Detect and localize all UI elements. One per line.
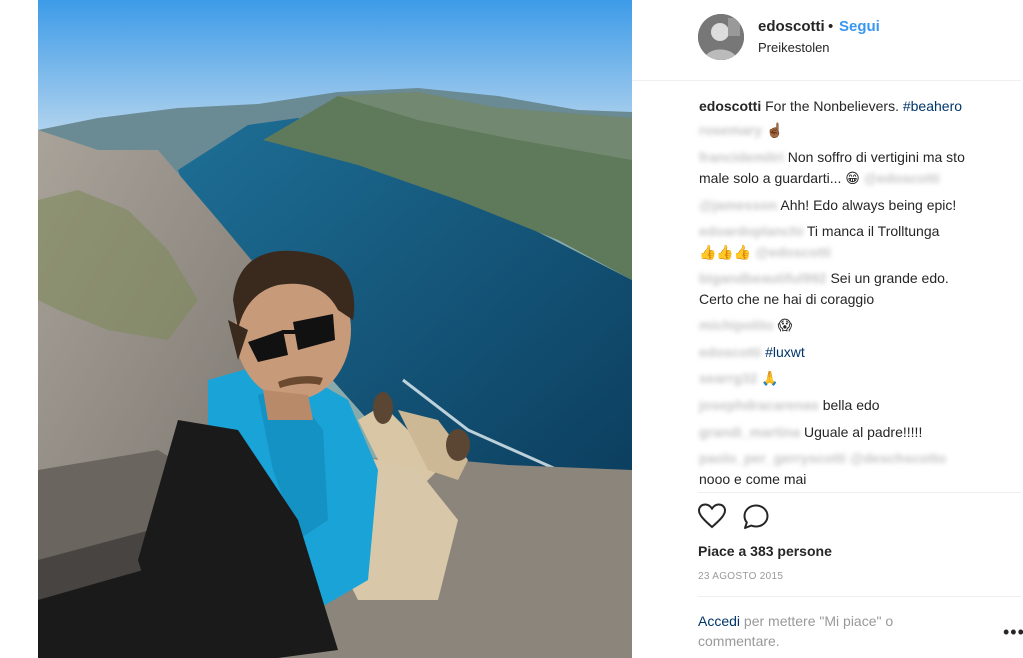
emoji: 🙏 [761, 370, 779, 386]
comment-hashtag[interactable]: #luxwt [765, 344, 805, 360]
comment-mention[interactable]: @edoscotti [864, 170, 940, 186]
emoji: 😁 [845, 170, 860, 186]
comment-text: bella edo [822, 397, 880, 413]
comment-text: Sei un grande edo. [830, 270, 949, 286]
list-item: Certo che ne hai di coraggio [699, 289, 874, 310]
comment-username[interactable]: edoscotti [699, 344, 761, 360]
comment-username[interactable]: josephdracarenas [699, 397, 819, 413]
comment-username[interactable]: searrg32 [699, 370, 757, 386]
comment-text: Uguale al padre!!!!! [804, 424, 923, 440]
list-item: francidemitri Non soffro di vertigini ma… [699, 147, 965, 168]
list-item: @jamesson Ahh! Edo always being epic! [699, 195, 956, 216]
comment-username[interactable]: paolo_per_gerryscotti [699, 450, 846, 466]
comment-text: nooo e come mai [699, 471, 807, 487]
emoji: ☝🏾 [765, 122, 784, 138]
comment-username[interactable]: michipolito [699, 317, 774, 333]
comment-text: Non soffro di vertigini ma sto [787, 149, 965, 165]
avatar[interactable] [698, 14, 744, 60]
list-item: bigandbeautiful992 Sei un grande edo. [699, 268, 949, 289]
post-footer: Accedi per mettere "Mi piace" o commenta… [698, 596, 1021, 649]
list-item: michipolito 😱 [699, 315, 792, 336]
emoji: 😱 [777, 317, 793, 333]
more-options-icon[interactable]: ••• [1003, 622, 1023, 643]
list-item: grandi_martina Uguale al padre!!!!! [699, 422, 922, 443]
heart-icon[interactable] [697, 503, 728, 533]
comment-text: Certo che ne hai di coraggio [699, 291, 875, 307]
list-item: nooo e come mai [699, 469, 806, 490]
caption: edoscotti For the Nonbelievers. #beahero [699, 96, 962, 117]
comment-username[interactable]: edoardoplanchi [699, 223, 803, 239]
comment-username[interactable]: francidemitri [699, 149, 784, 165]
list-item: 👍👍👍 @edoscotti [699, 242, 831, 263]
list-item: josephdracarenas bella edo [699, 395, 880, 416]
list-item: paolo_per_gerryscotti @deschscotto [699, 448, 946, 469]
post-header: edoscotti • Segui Preikestolen [632, 0, 1021, 81]
list-item: male solo a guardarti... 😁 @edoscotti [699, 168, 940, 189]
caption-text: For the Nonbelievers. [765, 98, 903, 114]
likes-count[interactable]: Piace a 383 persone [698, 543, 832, 559]
list-item: rosemary ☝🏾 [699, 120, 783, 141]
location-link[interactable]: Preikestolen [758, 40, 830, 55]
post-side-panel: edoscotti • Segui Preikestolen edoscotti… [632, 0, 1023, 658]
comment-text: male solo a guardarti... [699, 170, 846, 186]
list-item: searrg32 🙏 [699, 368, 779, 389]
separator-dot: • [828, 18, 834, 35]
comment-text: Ti manca il Trolltunga [806, 223, 940, 239]
login-prompt: Accedi per mettere "Mi piace" o commenta… [698, 611, 948, 651]
post-date: 23 AGOSTO 2015 [698, 571, 784, 582]
comment-username[interactable]: rosemary [699, 122, 762, 138]
caption-hashtag[interactable]: #beahero [903, 98, 962, 114]
post-actions: Piace a 383 persone 23 AGOSTO 2015 [697, 492, 1021, 613]
list-item: edoscotti #luxwt [699, 342, 805, 363]
follow-button[interactable]: Segui [839, 18, 880, 35]
comment-username[interactable]: grandi_martina [699, 424, 800, 440]
comment-username[interactable]: bigandbeautiful992 [699, 270, 827, 286]
comment-text: Ahh! Edo always being epic! [780, 197, 957, 213]
photo-canvas [38, 0, 632, 658]
caption-username[interactable]: edoscotti [699, 98, 761, 114]
comment-bubble-icon[interactable] [742, 503, 772, 533]
post-photo[interactable] [38, 0, 632, 658]
header-username[interactable]: edoscotti [758, 18, 825, 35]
comment-mention[interactable]: @deschscotto [850, 450, 946, 466]
list-item: edoardoplanchi Ti manca il Trolltunga [699, 221, 939, 242]
login-link[interactable]: Accedi [698, 613, 740, 629]
comment-mention[interactable]: @edoscotti [755, 244, 831, 260]
comment-username[interactable]: @jamesson [699, 197, 777, 213]
emoji: 👍👍👍 [699, 244, 752, 260]
